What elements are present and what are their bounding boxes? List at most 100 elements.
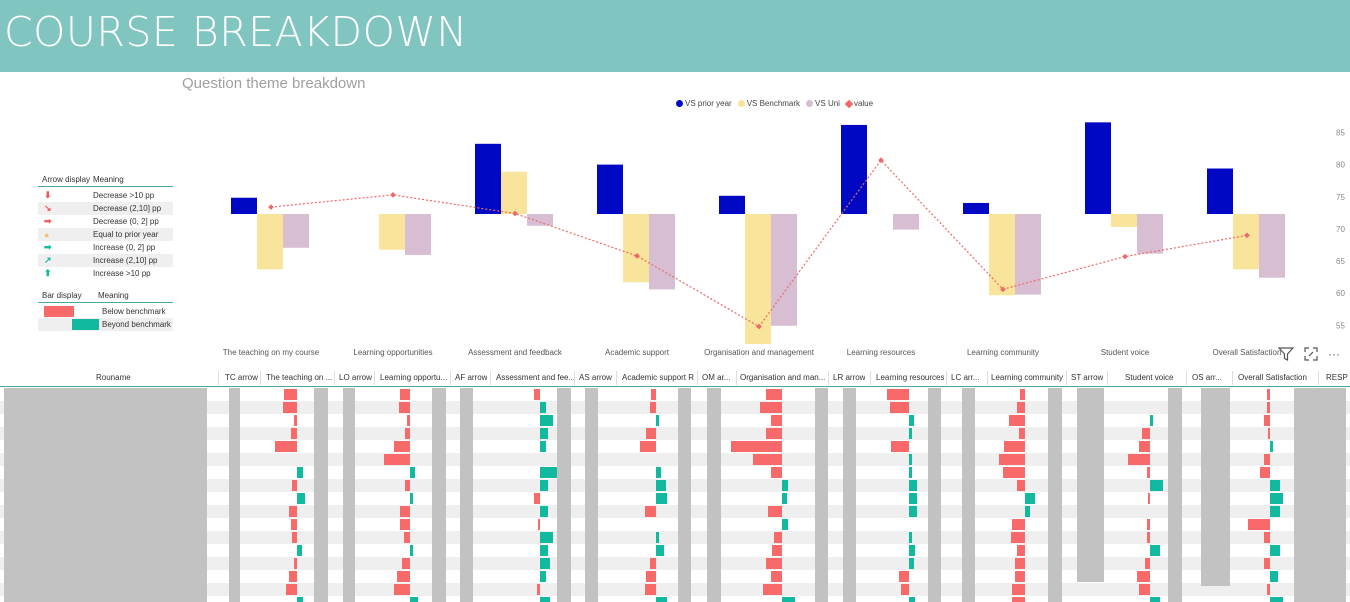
x-tick-label: Learning community	[967, 348, 1039, 357]
bar-vs-benchmark	[1233, 214, 1259, 270]
below-benchmark-bar	[1263, 532, 1270, 543]
beyond-benchmark-bar	[540, 415, 553, 426]
beyond-benchmark-bar	[1150, 415, 1154, 426]
beyond-benchmark-bar	[1270, 545, 1280, 556]
below-benchmark-bar	[400, 519, 410, 530]
beyond-benchmark-bar	[540, 428, 548, 439]
redacted-region	[815, 388, 828, 602]
beyond-benchmark-bar	[656, 545, 664, 556]
redacted-region	[229, 388, 240, 602]
arrow-key-meaning: Decrease (0, 2] pp	[93, 217, 159, 226]
column-header[interactable]: Learning community	[991, 373, 1063, 382]
redacted-region	[1077, 388, 1104, 582]
below-benchmark-bar	[1018, 428, 1025, 439]
below-benchmark-bar	[1263, 415, 1270, 426]
bar-vs-prior-year	[719, 195, 745, 214]
column-header[interactable]: Organisation and man...	[740, 373, 825, 382]
column-divider	[1066, 371, 1067, 385]
column-header[interactable]: LC arr...	[951, 373, 979, 382]
arrow-indicator-icon: ⬆	[44, 268, 52, 278]
column-header[interactable]: AS arrow	[579, 373, 612, 382]
arrow-key-header-arrow: Arrow display	[42, 175, 91, 184]
below-benchmark-bar	[1004, 441, 1025, 452]
column-header[interactable]: TC arrow	[225, 373, 258, 382]
redacted-region	[707, 388, 721, 602]
below-benchmark-bar	[285, 584, 297, 595]
bar-vs-prior-year	[841, 124, 867, 214]
redacted-region	[585, 388, 598, 602]
bar-vs-benchmark	[745, 214, 771, 344]
column-header[interactable]: Overall Satisfaction	[1238, 373, 1307, 382]
column-divider	[946, 371, 947, 385]
below-benchmark-bar	[1138, 441, 1150, 452]
beyond-benchmark-bar	[909, 532, 913, 543]
column-divider	[450, 371, 451, 385]
column-header[interactable]: ST arrow	[1071, 373, 1103, 382]
bar-vs-uni	[283, 214, 309, 248]
below-benchmark-bar	[1020, 389, 1025, 400]
below-benchmark-bar	[1015, 558, 1025, 569]
bar-vs-benchmark	[379, 214, 405, 250]
column-divider	[218, 371, 219, 385]
column-header[interactable]: AF arrow	[455, 373, 487, 382]
table-body	[0, 388, 1350, 602]
below-benchmark-bar	[1247, 519, 1270, 530]
redacted-region	[843, 388, 856, 602]
below-benchmark-bar	[1002, 467, 1025, 478]
column-header[interactable]: RESP	[1326, 373, 1348, 382]
column-divider	[987, 371, 988, 385]
column-header[interactable]: Academic support R	[622, 373, 694, 382]
below-benchmark-bar	[406, 415, 410, 426]
bar-key-label-beyond: Beyond benchmark	[102, 320, 171, 329]
bar-vs-prior-year	[597, 164, 623, 214]
filter-icon[interactable]	[1277, 347, 1295, 364]
column-header[interactable]: OM ar...	[702, 373, 730, 382]
beyond-benchmark-bar	[1270, 597, 1283, 602]
bar-vs-uni	[527, 214, 553, 226]
beyond-benchmark-bar	[656, 597, 668, 602]
redacted-region	[343, 388, 355, 602]
below-benchmark-bar	[901, 584, 909, 595]
beyond-benchmark-bar	[297, 493, 305, 504]
arrow-key-table: Arrow display Meaning ⬇ Decrease >10 pp ↘ D…	[38, 173, 173, 280]
column-header[interactable]: Rouname	[96, 373, 131, 382]
arrow-indicator-icon: ➡	[44, 242, 52, 252]
column-header[interactable]: LR arrow	[833, 373, 865, 382]
more-options-icon[interactable]: ···	[1328, 347, 1340, 364]
arrow-key-meaning: Increase (2,10] pp	[93, 256, 158, 265]
beyond-benchmark-bar	[909, 428, 913, 439]
beyond-benchmark-bar	[540, 506, 548, 517]
bar-vs-prior-year	[1085, 122, 1111, 214]
bar-vs-uni	[771, 214, 797, 326]
page-banner: COURSE BREAKDOWN	[0, 0, 1350, 72]
column-header[interactable]: The teaching on ...	[266, 373, 332, 382]
redacted-region	[962, 388, 975, 602]
redacted-region	[1168, 388, 1182, 602]
below-benchmark-bar	[397, 571, 410, 582]
below-benchmark-bar	[1017, 480, 1025, 491]
below-benchmark-bar	[400, 506, 410, 517]
column-header[interactable]: Assessment and fee...	[496, 373, 575, 382]
beyond-benchmark-bar	[540, 571, 547, 582]
below-benchmark-bar	[1266, 584, 1270, 595]
column-header[interactable]: OS arr...	[1192, 373, 1222, 382]
below-benchmark-bar	[1263, 454, 1270, 465]
column-header[interactable]: Learning resources	[876, 373, 944, 382]
below-benchmark-bar	[1146, 519, 1150, 530]
column-header[interactable]: Student voice	[1125, 373, 1173, 382]
below-benchmark-bar	[1148, 493, 1150, 504]
below-benchmark-bar	[1146, 467, 1150, 478]
below-benchmark-swatch	[44, 306, 74, 317]
column-header[interactable]: Learning opportu...	[380, 373, 447, 382]
focus-mode-icon[interactable]	[1304, 347, 1318, 364]
arrow-key-row: ↗ Increase (2,10] pp	[38, 254, 173, 267]
below-benchmark-bar	[274, 441, 297, 452]
bar-key-header: Bar display Meaning	[38, 289, 173, 303]
below-benchmark-bar	[293, 558, 297, 569]
below-benchmark-bar	[644, 584, 656, 595]
below-benchmark-bar	[767, 506, 782, 517]
beyond-benchmark-bar	[540, 441, 547, 452]
column-header[interactable]: LO arrow	[339, 373, 372, 382]
below-benchmark-bar	[1017, 402, 1025, 413]
below-benchmark-bar	[533, 493, 540, 504]
